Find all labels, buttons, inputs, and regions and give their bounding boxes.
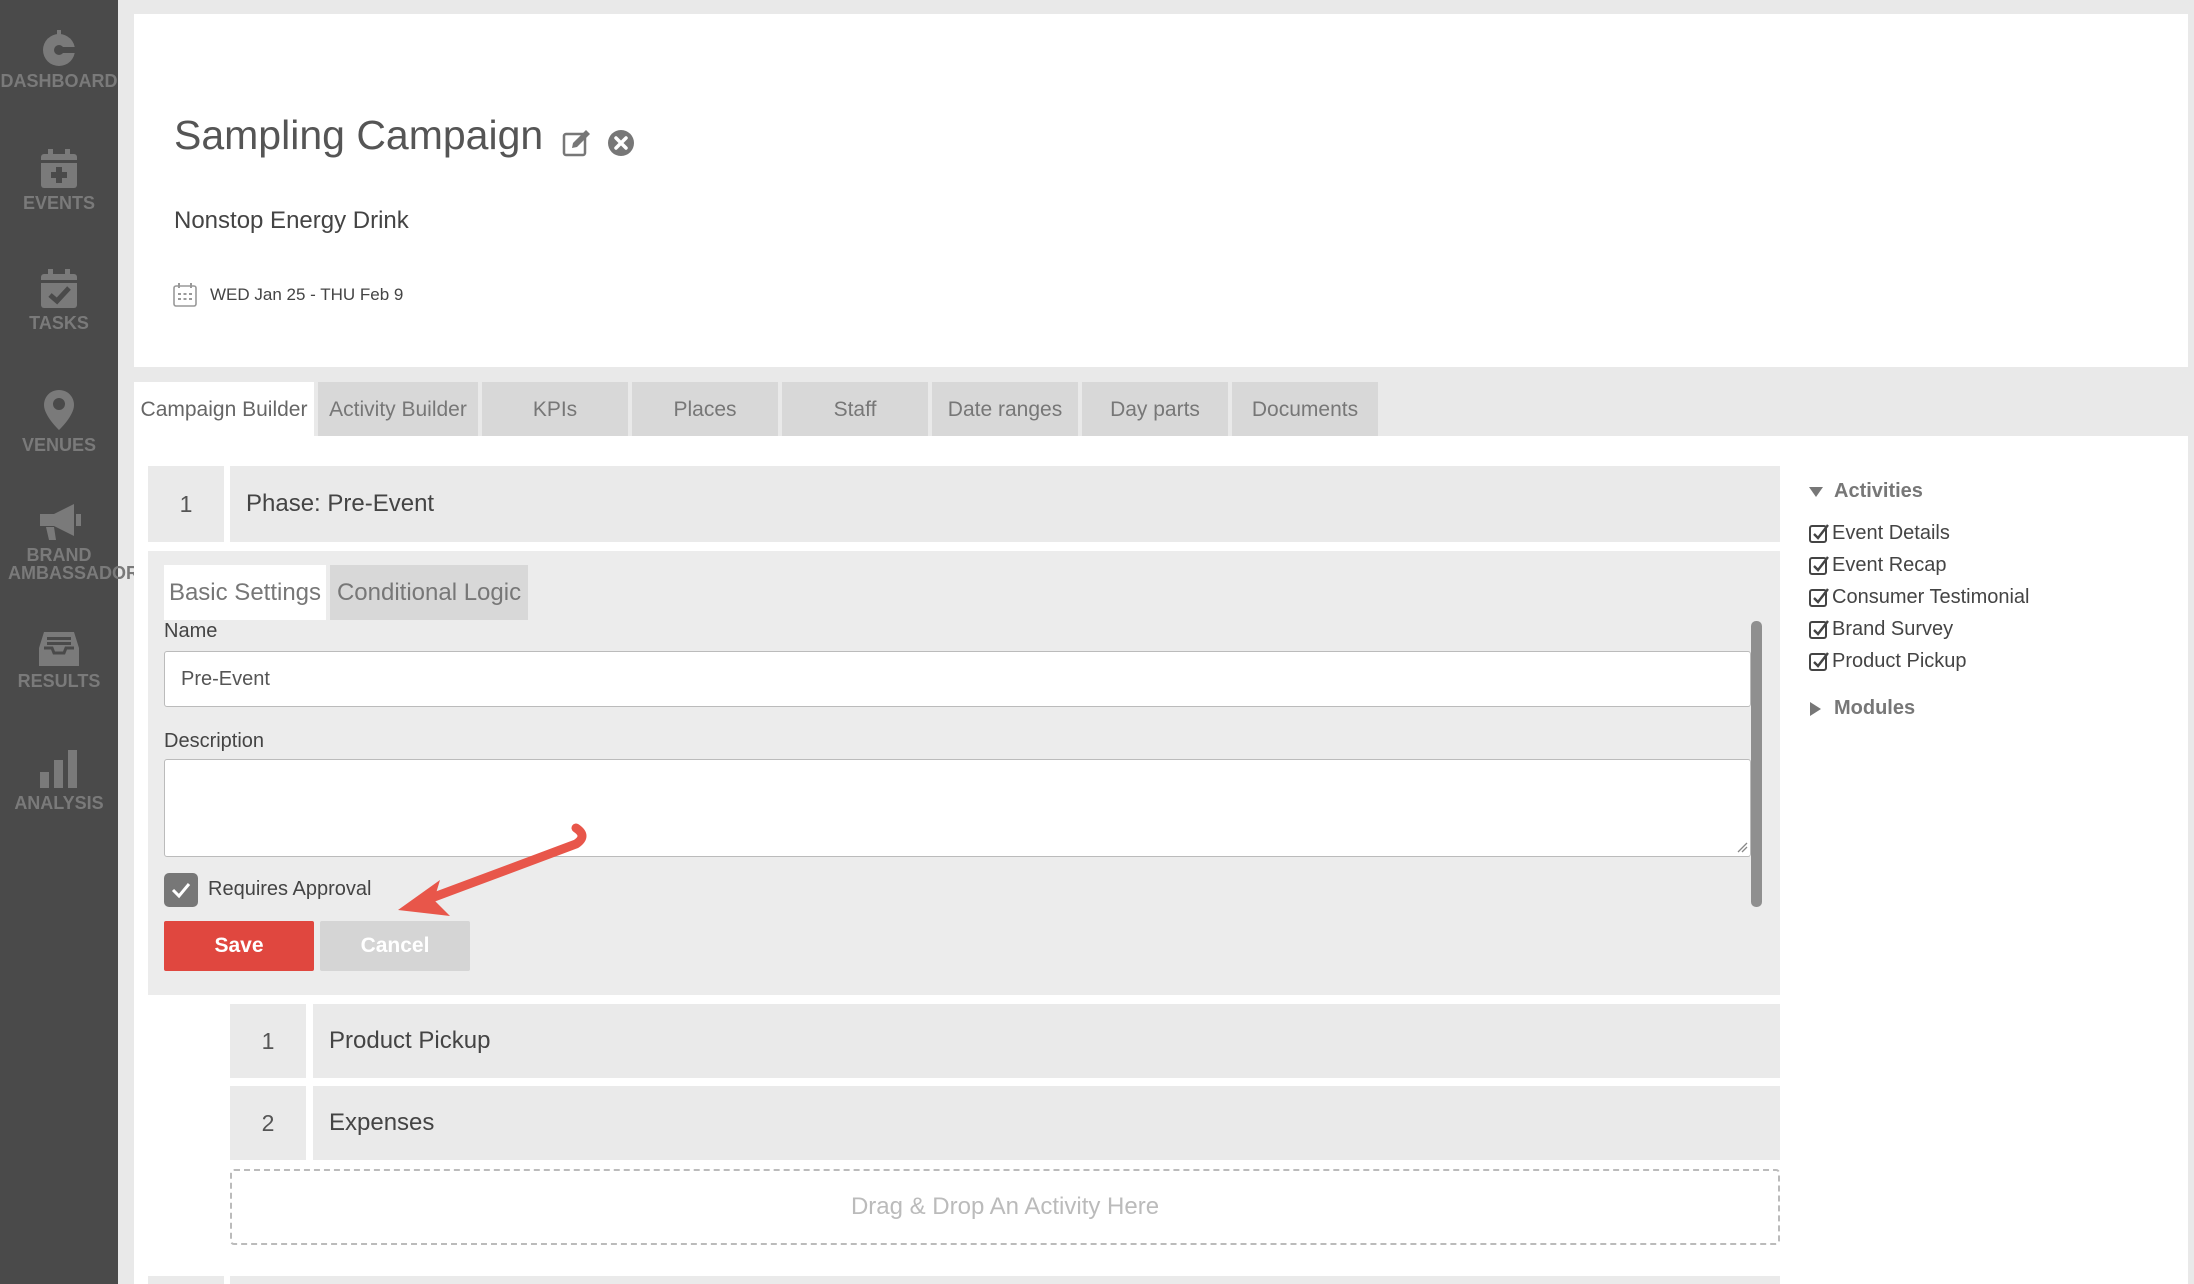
nav-results-label: RESULTS: [17, 671, 101, 691]
annotation-arrow: [398, 823, 587, 916]
next-phase-number: [148, 1276, 224, 1284]
map-pin-icon: [44, 390, 74, 430]
calendar-plus-icon: [41, 149, 77, 188]
nav-brand-ambassadors[interactable]: BRAND AMBASSADORS: [0, 500, 152, 583]
edit-icon[interactable]: [562, 128, 592, 158]
save-button[interactable]: Save: [164, 921, 314, 971]
nav-dashboard-label: DASHBOARD: [0, 71, 118, 91]
close-circle-icon[interactable]: [606, 128, 636, 158]
activity-option[interactable]: Event Recap: [1808, 549, 2178, 581]
date-range-text: WED Jan 25 - THU Feb 9: [210, 285, 404, 304]
triangle-down-icon: [1809, 486, 1823, 497]
nav-venues-label: VENUES: [21, 435, 97, 455]
activities-heading: Activities: [1834, 480, 1923, 502]
name-field[interactable]: Pre-Event: [164, 651, 1751, 707]
name-label: Name: [164, 620, 218, 642]
megaphone-icon: [40, 504, 81, 540]
tab-kpis[interactable]: KPIs: [482, 382, 628, 438]
subtab-basic-settings[interactable]: Basic Settings: [164, 565, 326, 620]
activity-option-label: Consumer Testimonial: [1832, 585, 2030, 608]
activity-option[interactable]: Consumer Testimonial: [1808, 581, 2178, 613]
checkbox-checked-icon: [1809, 556, 1829, 575]
phase-editor: Basic Settings Conditional Logic Name Pr…: [148, 551, 1780, 995]
tab-day-parts[interactable]: Day parts: [1082, 382, 1228, 438]
cancel-button[interactable]: Cancel: [320, 921, 470, 971]
nav-dashboard[interactable]: DASHBOARD: [0, 28, 118, 90]
activity-option[interactable]: Product Pickup: [1808, 645, 2178, 677]
activity-number: 2: [230, 1086, 306, 1160]
dashboard-icon: [43, 30, 75, 66]
calendar-icon: [173, 283, 197, 307]
checkbox-checked-icon: [1809, 524, 1829, 543]
scrollbar[interactable]: [1751, 621, 1762, 907]
bar-chart-icon: [40, 750, 77, 788]
activity-option-label: Event Recap: [1832, 553, 1947, 576]
tab-campaign-builder[interactable]: Campaign Builder: [134, 382, 314, 438]
nav-ambassadors-label: AMBASSADORS: [8, 563, 152, 583]
activity-row-expenses[interactable]: Expenses: [313, 1086, 1780, 1160]
activity-number: 1: [230, 1004, 306, 1078]
checkmark-icon: [171, 883, 191, 899]
nav-tasks-label: TASKS: [29, 313, 89, 333]
nav-venues[interactable]: VENUES: [0, 388, 118, 454]
tab-places[interactable]: Places: [632, 382, 778, 438]
activity-option[interactable]: Event Details: [1808, 517, 2178, 549]
activity-dropzone[interactable]: Drag & Drop An Activity Here: [230, 1169, 1780, 1245]
activity-option-label: Event Details: [1832, 521, 1950, 544]
inbox-icon: [39, 632, 79, 666]
campaign-tabs: Campaign Builder Activity Builder KPIs P…: [134, 382, 1382, 438]
requires-approval-checkbox[interactable]: [164, 873, 198, 907]
tab-documents[interactable]: Documents: [1232, 382, 1378, 438]
page-title: Sampling Campaign: [174, 112, 544, 158]
activities-toggle[interactable]: Activities: [1808, 480, 2178, 503]
tab-date-ranges[interactable]: Date ranges: [932, 382, 1078, 438]
campaign-header: Sampling Campaign Nonstop Energy Drink W…: [134, 14, 2188, 367]
brand-name: Nonstop Energy Drink: [174, 207, 409, 234]
activity-option[interactable]: Brand Survey: [1808, 613, 2178, 645]
activity-option-label: Product Pickup: [1832, 649, 1967, 672]
nav-results[interactable]: RESULTS: [0, 628, 118, 690]
activity-option-label: Brand Survey: [1832, 617, 1954, 640]
resize-handle-icon[interactable]: [1736, 841, 1748, 853]
nav-events[interactable]: EVENTS: [0, 148, 118, 212]
activities-sidebar: Activities Event Details Event Recap Con…: [1808, 480, 2178, 720]
modules-heading: Modules: [1834, 697, 1916, 719]
description-label: Description: [164, 730, 265, 752]
phase-title[interactable]: Phase: Pre-Event: [230, 466, 1780, 542]
checkbox-checked-icon: [1809, 620, 1829, 639]
triangle-right-icon: [1810, 701, 1821, 716]
next-phase-row[interactable]: [230, 1276, 1780, 1284]
checkbox-checked-icon: [1809, 588, 1829, 607]
nav-analysis[interactable]: ANALYSIS: [0, 748, 118, 812]
sidebar: DASHBOARD EVENTS TASKS VENUES BRAND AMBA…: [0, 0, 152, 1284]
activity-row-product-pickup[interactable]: Product Pickup: [313, 1004, 1780, 1078]
checkbox-checked-icon: [1809, 652, 1829, 671]
requires-approval-label: Requires Approval: [208, 878, 372, 900]
tab-activity-builder[interactable]: Activity Builder: [318, 382, 478, 438]
nav-tasks[interactable]: TASKS: [0, 268, 118, 332]
nav-analysis-label: ANALYSIS: [14, 793, 104, 813]
nav-events-label: EVENTS: [22, 193, 96, 213]
nav-brand-label: BRAND: [26, 545, 92, 565]
subtab-conditional-logic[interactable]: Conditional Logic: [330, 565, 528, 620]
date-range: WED Jan 25 - THU Feb 9: [172, 282, 403, 308]
modules-toggle[interactable]: Modules: [1808, 697, 2178, 720]
calendar-check-icon: [41, 269, 77, 308]
tab-staff[interactable]: Staff: [782, 382, 928, 438]
phase-number: 1: [148, 466, 224, 542]
